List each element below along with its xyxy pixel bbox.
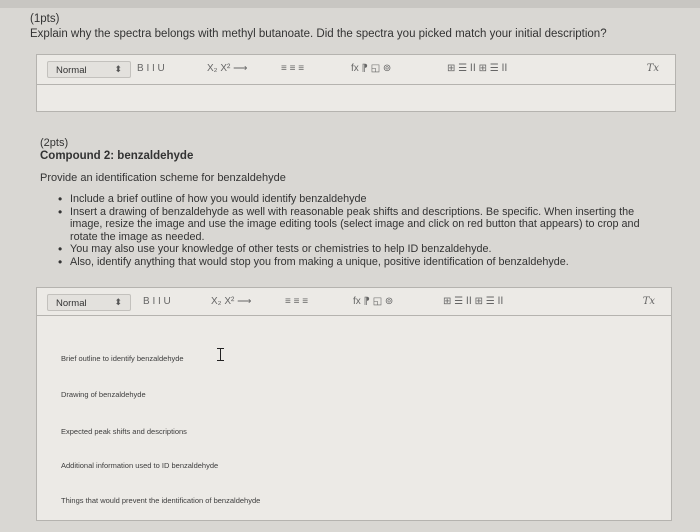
text-cursor-icon: [217, 348, 224, 361]
insert-buttons[interactable]: fx ⁋ ◱ ⊚: [351, 63, 391, 74]
text-style-buttons[interactable]: B I I U: [137, 63, 165, 74]
answer-line: Additional information used to ID benzal…: [61, 461, 219, 470]
list-buttons[interactable]: ≡ ≡ ≡: [281, 63, 304, 74]
table-buttons[interactable]: ⊞ ☰ ⅠⅠ ⊞ ☰ ⅠⅠ: [447, 63, 507, 74]
list-buttons[interactable]: ≡ ≡ ≡: [285, 296, 308, 307]
format-dropdown-value: Normal: [56, 298, 87, 309]
question-2-bullets: Include a brief outline of how you would…: [58, 193, 668, 268]
bullet-item: Also, identify anything that would stop …: [58, 256, 668, 269]
format-dropdown-value: Normal: [56, 65, 87, 76]
chevron-updown-icon: ⬍: [114, 297, 122, 307]
clear-format-icon[interactable]: Tx: [647, 63, 659, 74]
insert-buttons[interactable]: fx ⁋ ◱ ⊚: [353, 296, 393, 307]
top-strip: [0, 0, 700, 8]
bullet-item: You may also use your knowledge of other…: [58, 243, 668, 256]
clear-format-icon[interactable]: Tx: [643, 296, 655, 307]
editor-2-body[interactable]: Brief outline to identify benzaldehyde D…: [37, 316, 671, 521]
question-2: (2pts) Compound 2: benzaldehyde: [40, 137, 193, 163]
answer-editor-1[interactable]: Normal ⬍ B I I U X₂ X² ⟶ ≡ ≡ ≡ fx ⁋ ◱ ⊚ …: [36, 54, 676, 112]
question-1: (1pts) Explain why the spectra belongs w…: [30, 12, 607, 42]
bullet-item: Insert a drawing of benzaldehyde as well…: [58, 206, 668, 244]
question-2-prompt: Provide an identification scheme for ben…: [40, 172, 286, 184]
question-2-points: (2pts): [40, 137, 69, 149]
editor-toolbar: Normal ⬍ B I I U X₂ X² ⟶ ≡ ≡ ≡ fx ⁋ ◱ ⊚ …: [37, 288, 671, 316]
question-1-points: (1pts): [30, 13, 60, 25]
answer-line: Brief outline to identify benzaldehyde: [61, 354, 184, 363]
answer-editor-2[interactable]: Normal ⬍ B I I U X₂ X² ⟶ ≡ ≡ ≡ fx ⁋ ◱ ⊚ …: [36, 287, 672, 521]
script-buttons[interactable]: X₂ X² ⟶: [211, 296, 251, 307]
answer-line: Drawing of benzaldehyde: [61, 390, 146, 399]
answer-line: Expected peak shifts and descriptions: [61, 427, 187, 436]
question-1-text: Explain why the spectra belongs with met…: [30, 28, 607, 40]
editor-1-body[interactable]: [37, 85, 675, 111]
answer-line: Things that would prevent the identifica…: [61, 496, 261, 505]
question-2-title: Compound 2: benzaldehyde: [40, 150, 194, 162]
text-style-buttons[interactable]: B I I U: [143, 296, 171, 307]
format-dropdown[interactable]: Normal ⬍: [47, 61, 131, 78]
format-dropdown[interactable]: Normal ⬍: [47, 294, 131, 311]
script-buttons[interactable]: X₂ X² ⟶: [207, 63, 247, 74]
chevron-updown-icon: ⬍: [114, 64, 122, 74]
table-buttons[interactable]: ⊞ ☰ ⅠⅠ ⊞ ☰ ⅠⅠ: [443, 296, 503, 307]
editor-toolbar: Normal ⬍ B I I U X₂ X² ⟶ ≡ ≡ ≡ fx ⁋ ◱ ⊚ …: [37, 55, 675, 85]
bullet-item: Include a brief outline of how you would…: [58, 193, 668, 206]
